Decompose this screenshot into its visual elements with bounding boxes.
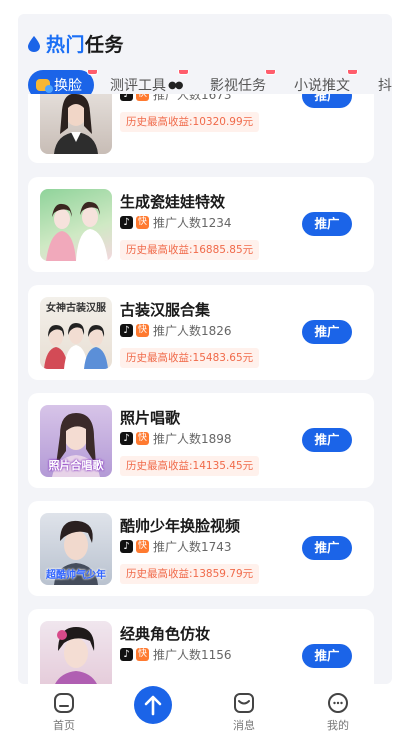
promote-button[interactable]: 推广	[302, 212, 352, 236]
kuaishou-icon: 快	[136, 216, 149, 229]
section-header: 热门任务	[28, 30, 124, 57]
profile-icon	[328, 693, 348, 713]
promote-button[interactable]: 推广	[302, 644, 352, 668]
kuaishou-icon: 快	[136, 94, 149, 101]
section-title-highlight: 热门	[46, 34, 86, 56]
promoter-count: 推广人数1234	[153, 216, 232, 230]
task-thumbnail: 女神古装汉服	[40, 297, 112, 369]
bottom-tab-bar: 首页 消息 我的	[0, 684, 405, 751]
task-title: 酷帅少年换脸视频	[120, 517, 241, 535]
task-meta: ♪ 快 推广人数1898	[120, 430, 232, 447]
center-action-button[interactable]	[134, 686, 172, 724]
task-card[interactable]: 照片合唱歌 照片唱歌 ♪ 快 推广人数1898 历史最高收益:14135.45元…	[28, 393, 374, 488]
tab-label: 测评工具	[110, 78, 166, 94]
section-title-rest: 任务	[85, 34, 125, 56]
task-meta: ♪ 快 推广人数1826	[120, 322, 232, 339]
task-thumbnail	[40, 189, 112, 261]
task-card[interactable]: 生成瓷娃娃特效 ♪ 快 推广人数1234 历史最高收益:16885.85元 推广	[28, 177, 374, 272]
task-card[interactable]: 超酷帅气少年 酷帅少年换脸视频 ♪ 快 推广人数1743 历史最高收益:1385…	[28, 501, 374, 596]
task-title: 照片唱歌	[120, 409, 181, 427]
promoter-count: 推广人数1156	[153, 648, 232, 662]
max-earnings: 历史最高收益:16885.85元	[120, 240, 260, 260]
promoter-count: 推广人数1673	[153, 94, 232, 102]
tab-label: 影视任务	[210, 78, 266, 94]
tiktok-icon: ♪	[120, 540, 133, 553]
promote-button[interactable]: 推广	[302, 428, 352, 452]
task-thumbnail	[40, 94, 112, 154]
hot-badge	[347, 70, 358, 75]
tab-label: 小说推文	[294, 78, 350, 94]
home-icon	[54, 693, 74, 713]
hot-badge	[265, 70, 276, 75]
promote-button[interactable]: 推广	[302, 94, 352, 108]
task-card[interactable]: 经典角色仿妆 ♪ 快 推广人数1156 推广	[28, 609, 374, 684]
task-title: 生成瓷娃娃特效	[120, 193, 226, 211]
tiktok-icon: ♪	[120, 648, 133, 661]
kuaishou-icon: 快	[136, 648, 149, 661]
task-title: 经典角色仿妆	[120, 625, 211, 643]
face-swap-icon	[36, 79, 53, 93]
eyes-icon: ●●	[168, 79, 184, 91]
task-thumbnail	[40, 621, 112, 684]
screen: 热门任务 换脸 测评工具 ●● 影视任务 小说推文 抖 ♪ 快 推广人数1673…	[0, 0, 405, 751]
task-thumbnail: 照片合唱歌	[40, 405, 112, 477]
promote-button[interactable]: 推广	[302, 320, 352, 344]
task-meta: ♪ 快 推广人数1156	[120, 646, 232, 663]
thumbnail-caption: 照片合唱歌	[48, 459, 104, 472]
tabbar-messages[interactable]: 消息	[214, 692, 274, 733]
tabbar-home[interactable]: 首页	[34, 692, 94, 733]
promoter-count: 推广人数1898	[153, 432, 232, 446]
tab-label: 抖	[378, 78, 392, 94]
task-meta: ♪ 快 推广人数1743	[120, 538, 232, 555]
max-earnings: 历史最高收益:13859.79元	[120, 564, 260, 584]
tiktok-icon: ♪	[120, 324, 133, 337]
message-icon	[234, 693, 254, 713]
task-thumbnail: 超酷帅气少年	[40, 513, 112, 585]
arrow-up-icon	[144, 695, 162, 716]
tiktok-icon: ♪	[120, 216, 133, 229]
kuaishou-icon: 快	[136, 324, 149, 337]
tabbar-label: 我的	[327, 719, 349, 732]
tiktok-icon: ♪	[120, 432, 133, 445]
section-title: 热门任务	[46, 30, 124, 57]
max-earnings: 历史最高收益:14135.45元	[120, 456, 260, 476]
tiktok-icon: ♪	[120, 94, 133, 101]
task-meta: ♪ 快 推广人数1673	[120, 94, 232, 103]
flame-drop-icon	[28, 35, 40, 52]
kuaishou-icon: 快	[136, 432, 149, 445]
task-title: 古装汉服合集	[120, 301, 211, 319]
main-panel: 热门任务 换脸 测评工具 ●● 影视任务 小说推文 抖 ♪ 快 推广人数1673…	[18, 14, 392, 684]
tab-douyin[interactable]: 抖	[378, 70, 392, 100]
promoter-count: 推广人数1743	[153, 540, 232, 554]
task-card[interactable]: 女神古装汉服 古装汉服合集 ♪ 快 推广人数1826 历史最高收益:15483.…	[28, 285, 374, 380]
task-list: ♪ 快 推广人数1673 历史最高收益:10320.99元 推广 生成瓷娃娃特效…	[28, 94, 374, 684]
hot-badge	[178, 70, 190, 75]
tab-label: 换脸	[54, 78, 82, 94]
thumbnail-caption: 女神古装汉服	[46, 303, 106, 314]
thumbnail-caption: 超酷帅气少年	[46, 570, 106, 581]
kuaishou-icon: 快	[136, 540, 149, 553]
tabbar-label: 消息	[233, 719, 255, 732]
task-meta: ♪ 快 推广人数1234	[120, 214, 232, 231]
tabbar-profile[interactable]: 我的	[308, 692, 368, 733]
promote-button[interactable]: 推广	[302, 536, 352, 560]
promoter-count: 推广人数1826	[153, 324, 232, 338]
max-earnings: 历史最高收益:15483.65元	[120, 348, 260, 368]
task-card[interactable]: ♪ 快 推广人数1673 历史最高收益:10320.99元 推广	[28, 94, 374, 163]
tabbar-label: 首页	[53, 719, 75, 732]
max-earnings: 历史最高收益:10320.99元	[120, 112, 260, 132]
hot-badge	[87, 70, 98, 75]
